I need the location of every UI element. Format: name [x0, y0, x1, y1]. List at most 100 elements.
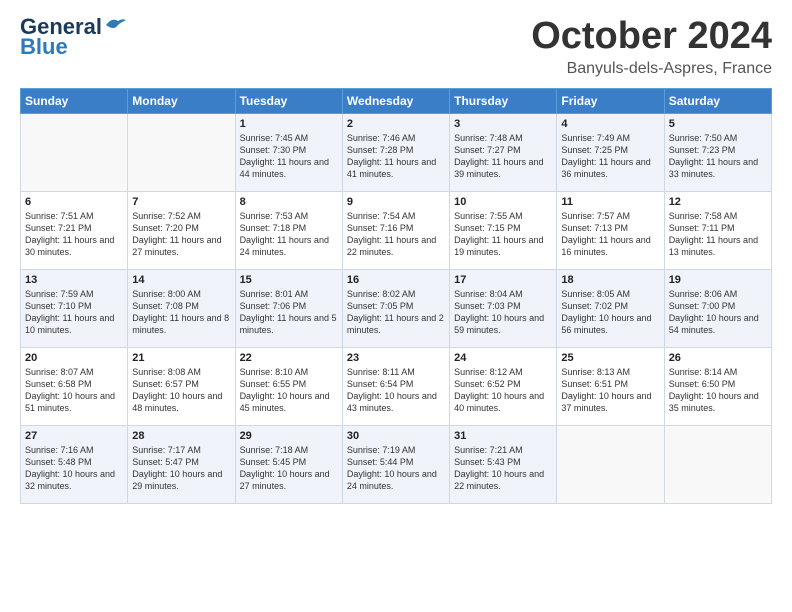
table-row: 20 Sunrise: 8:07 AMSunset: 6:58 PMDayligh… [21, 347, 128, 425]
header: General Blue October 2024 Banyuls-dels-A… [20, 16, 772, 78]
calendar-week-row: 27Sunrise: 7:16 AMSunset: 5:48 PMDayligh… [21, 425, 772, 503]
day-number: 5 [669, 118, 767, 130]
table-row: 30 Sunrise: 7:19 AMSunset: 5:44 PMDayligh… [342, 425, 449, 503]
day-info: Sunrise: 8:14 AMSunset: 6:50 PMDaylight:… [669, 367, 759, 413]
day-info: Sunrise: 7:52 AMSunset: 7:20 PMDaylight:… [132, 211, 221, 257]
table-row: 4 Sunrise: 7:49 AMSunset: 7:25 PMDaylight… [557, 113, 664, 191]
table-row: 10 Sunrise: 7:55 AMSunset: 7:15 PMDayligh… [450, 191, 557, 269]
table-row: 9 Sunrise: 7:54 AMSunset: 7:16 PMDaylight… [342, 191, 449, 269]
day-number: 30 [347, 430, 445, 442]
table-row: 24 Sunrise: 8:12 AMSunset: 6:52 PMDayligh… [450, 347, 557, 425]
table-row: 16Sunrise: 8:02 AMSunset: 7:05 PMDayligh… [342, 269, 449, 347]
table-row: 19 Sunrise: 8:06 AMSunset: 7:00 PMDayligh… [664, 269, 771, 347]
day-info: Sunrise: 8:00 AMSunset: 7:08 PMDaylight:… [132, 289, 229, 335]
col-tuesday: Tuesday [235, 88, 342, 113]
day-info: Sunrise: 8:02 AMSunset: 7:05 PMDaylight:… [347, 289, 444, 335]
logo-blue-text: Blue [20, 36, 68, 58]
table-row: 5Sunrise: 7:50 AMSunset: 7:23 PMDaylight… [664, 113, 771, 191]
day-number: 28 [132, 430, 230, 442]
table-row: 28Sunrise: 7:17 AMSunset: 5:47 PMDayligh… [128, 425, 235, 503]
day-info: Sunrise: 7:49 AMSunset: 7:25 PMDaylight:… [561, 133, 650, 179]
day-info: Sunrise: 7:48 AMSunset: 7:27 PMDaylight:… [454, 133, 543, 179]
day-number: 26 [669, 352, 767, 364]
day-info: Sunrise: 7:53 AMSunset: 7:18 PMDaylight:… [240, 211, 329, 257]
table-row: 21Sunrise: 8:08 AMSunset: 6:57 PMDayligh… [128, 347, 235, 425]
table-row: 17Sunrise: 8:04 AMSunset: 7:03 PMDayligh… [450, 269, 557, 347]
table-row: 22 Sunrise: 8:10 AMSunset: 6:55 PMDayligh… [235, 347, 342, 425]
day-info: Sunrise: 7:57 AMSunset: 7:13 PMDaylight:… [561, 211, 650, 257]
day-number: 31 [454, 430, 552, 442]
day-info: Sunrise: 8:06 AMSunset: 7:00 PMDaylight:… [669, 289, 759, 335]
table-row: 7 Sunrise: 7:52 AMSunset: 7:20 PMDaylight… [128, 191, 235, 269]
table-row: 1 Sunrise: 7:45 AMSunset: 7:30 PMDaylight… [235, 113, 342, 191]
col-sunday: Sunday [21, 88, 128, 113]
day-number: 19 [669, 274, 767, 286]
day-number: 6 [25, 196, 123, 208]
table-row: 31 Sunrise: 7:21 AMSunset: 5:43 PMDayligh… [450, 425, 557, 503]
title-section: October 2024 Banyuls-dels-Aspres, France [531, 16, 772, 78]
col-wednesday: Wednesday [342, 88, 449, 113]
day-info: Sunrise: 7:19 AMSunset: 5:44 PMDaylight:… [347, 445, 437, 491]
day-number: 24 [454, 352, 552, 364]
table-row: 2Sunrise: 7:46 AMSunset: 7:28 PMDaylight… [342, 113, 449, 191]
table-row: 14 Sunrise: 8:00 AMSunset: 7:08 PMDayligh… [128, 269, 235, 347]
calendar-week-row: 6 Sunrise: 7:51 AMSunset: 7:21 PMDaylight… [21, 191, 772, 269]
day-info: Sunrise: 7:58 AMSunset: 7:11 PMDaylight:… [669, 211, 758, 257]
table-row: 6 Sunrise: 7:51 AMSunset: 7:21 PMDaylight… [21, 191, 128, 269]
day-number: 13 [25, 274, 123, 286]
table-row [557, 425, 664, 503]
day-info: Sunrise: 7:55 AMSunset: 7:15 PMDaylight:… [454, 211, 543, 257]
table-row [664, 425, 771, 503]
day-number: 20 [25, 352, 123, 364]
day-info: Sunrise: 7:51 AMSunset: 7:21 PMDaylight:… [25, 211, 114, 257]
table-row [128, 113, 235, 191]
day-number: 23 [347, 352, 445, 364]
day-number: 14 [132, 274, 230, 286]
col-saturday: Saturday [664, 88, 771, 113]
day-number: 29 [240, 430, 338, 442]
logo-bird-icon [104, 17, 126, 33]
day-info: Sunrise: 8:13 AMSunset: 6:51 PMDaylight:… [561, 367, 651, 413]
day-info: Sunrise: 7:21 AMSunset: 5:43 PMDaylight:… [454, 445, 544, 491]
table-row: 11 Sunrise: 7:57 AMSunset: 7:13 PMDayligh… [557, 191, 664, 269]
calendar-week-row: 13 Sunrise: 7:59 AMSunset: 7:10 PMDayligh… [21, 269, 772, 347]
table-row: 26 Sunrise: 8:14 AMSunset: 6:50 PMDayligh… [664, 347, 771, 425]
day-info: Sunrise: 7:46 AMSunset: 7:28 PMDaylight:… [347, 133, 436, 179]
table-row [21, 113, 128, 191]
table-row: 12Sunrise: 7:58 AMSunset: 7:11 PMDayligh… [664, 191, 771, 269]
day-number: 8 [240, 196, 338, 208]
day-number: 10 [454, 196, 552, 208]
day-info: Sunrise: 7:45 AMSunset: 7:30 PMDaylight:… [240, 133, 329, 179]
day-number: 4 [561, 118, 659, 130]
day-number: 25 [561, 352, 659, 364]
page: General Blue October 2024 Banyuls-dels-A… [0, 0, 792, 612]
table-row: 29Sunrise: 7:18 AMSunset: 5:45 PMDayligh… [235, 425, 342, 503]
day-number: 11 [561, 196, 659, 208]
day-info: Sunrise: 7:59 AMSunset: 7:10 PMDaylight:… [25, 289, 114, 335]
day-info: Sunrise: 8:12 AMSunset: 6:52 PMDaylight:… [454, 367, 544, 413]
day-info: Sunrise: 7:16 AMSunset: 5:48 PMDaylight:… [25, 445, 115, 491]
day-number: 7 [132, 196, 230, 208]
col-thursday: Thursday [450, 88, 557, 113]
day-info: Sunrise: 7:54 AMSunset: 7:16 PMDaylight:… [347, 211, 436, 257]
day-info: Sunrise: 8:07 AMSunset: 6:58 PMDaylight:… [25, 367, 115, 413]
day-number: 3 [454, 118, 552, 130]
table-row: 25 Sunrise: 8:13 AMSunset: 6:51 PMDayligh… [557, 347, 664, 425]
day-info: Sunrise: 8:10 AMSunset: 6:55 PMDaylight:… [240, 367, 330, 413]
day-number: 21 [132, 352, 230, 364]
table-row: 23 Sunrise: 8:11 AMSunset: 6:54 PMDayligh… [342, 347, 449, 425]
calendar-week-row: 1 Sunrise: 7:45 AMSunset: 7:30 PMDaylight… [21, 113, 772, 191]
day-number: 15 [240, 274, 338, 286]
day-info: Sunrise: 8:11 AMSunset: 6:54 PMDaylight:… [347, 367, 437, 413]
day-info: Sunrise: 8:05 AMSunset: 7:02 PMDaylight:… [561, 289, 651, 335]
day-number: 1 [240, 118, 338, 130]
day-number: 22 [240, 352, 338, 364]
calendar-week-row: 20 Sunrise: 8:07 AMSunset: 6:58 PMDayligh… [21, 347, 772, 425]
day-number: 9 [347, 196, 445, 208]
table-row: 15 Sunrise: 8:01 AMSunset: 7:06 PMDayligh… [235, 269, 342, 347]
day-info: Sunrise: 8:01 AMSunset: 7:06 PMDaylight:… [240, 289, 337, 335]
table-row: 18Sunrise: 8:05 AMSunset: 7:02 PMDayligh… [557, 269, 664, 347]
table-row: 8 Sunrise: 7:53 AMSunset: 7:18 PMDaylight… [235, 191, 342, 269]
day-number: 17 [454, 274, 552, 286]
calendar-table: Sunday Monday Tuesday Wednesday Thursday… [20, 88, 772, 504]
